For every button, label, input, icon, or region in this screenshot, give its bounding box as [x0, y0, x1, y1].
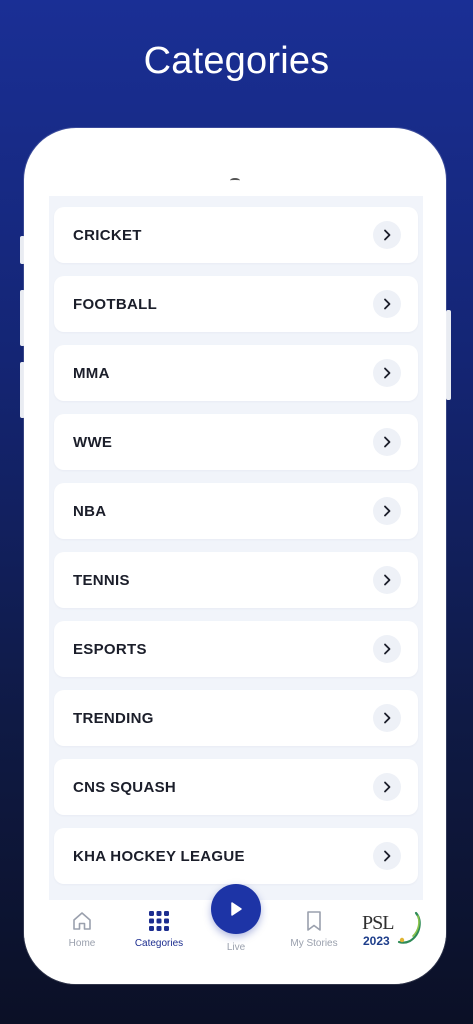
category-label: TRENDING: [73, 709, 154, 727]
category-item-mma[interactable]: MMA: [54, 345, 418, 401]
status-indicator: [230, 178, 240, 183]
play-icon: [231, 902, 242, 916]
category-list[interactable]: CRICKET FOOTBALL MMA WWE NBA TENNIS ESPO…: [49, 196, 423, 900]
nav-categories[interactable]: Categories: [124, 908, 194, 949]
phone-side-button: [446, 310, 451, 400]
chevron-right-icon[interactable]: [373, 359, 401, 387]
cricket-swoosh-icon: [397, 911, 421, 944]
chevron-right-icon[interactable]: [373, 842, 401, 870]
category-item-football[interactable]: FOOTBALL: [54, 276, 418, 332]
chevron-right-icon[interactable]: [373, 635, 401, 663]
category-item-tennis[interactable]: TENNIS: [54, 552, 418, 608]
home-icon: [47, 908, 117, 934]
nav-home[interactable]: Home: [47, 908, 117, 949]
category-item-esports[interactable]: ESPORTS: [54, 621, 418, 677]
nav-categories-label: Categories: [134, 938, 184, 949]
category-item-kha-hockey-league[interactable]: KHA HOCKEY LEAGUE: [54, 828, 418, 884]
grid-icon: [124, 908, 194, 934]
category-item-nba[interactable]: NBA: [54, 483, 418, 539]
category-label: MMA: [73, 364, 110, 382]
nav-home-label: Home: [68, 938, 96, 949]
bottom-nav: Home Categories Live My Stories PSL 2023: [24, 884, 446, 984]
category-item-wwe[interactable]: WWE: [54, 414, 418, 470]
bookmark-icon: [279, 908, 349, 934]
chevron-right-icon[interactable]: [373, 704, 401, 732]
category-label: ESPORTS: [73, 640, 147, 658]
chevron-right-icon[interactable]: [373, 566, 401, 594]
category-label: WWE: [73, 433, 113, 451]
psl-logo[interactable]: PSL 2023: [360, 908, 422, 952]
category-label: CRICKET: [73, 226, 142, 244]
live-button[interactable]: [211, 884, 261, 934]
chevron-right-icon[interactable]: [373, 773, 401, 801]
psl-logo-year: 2023: [363, 934, 390, 948]
nav-my-stories[interactable]: My Stories: [279, 908, 349, 949]
category-label: CNS SQUASH: [73, 778, 177, 796]
nav-my-stories-label: My Stories: [290, 938, 338, 949]
category-label: KHA HOCKEY LEAGUE: [73, 847, 245, 865]
chevron-right-icon[interactable]: [373, 428, 401, 456]
category-label: TENNIS: [73, 571, 130, 589]
chevron-right-icon[interactable]: [373, 497, 401, 525]
chevron-right-icon[interactable]: [373, 221, 401, 249]
category-label: NBA: [73, 502, 107, 520]
category-item-cns-squash[interactable]: CNS SQUASH: [54, 759, 418, 815]
chevron-right-icon[interactable]: [373, 290, 401, 318]
phone-frame: CRICKET FOOTBALL MMA WWE NBA TENNIS ESPO…: [24, 128, 446, 984]
category-item-cricket[interactable]: CRICKET: [54, 207, 418, 263]
category-item-trending[interactable]: TRENDING: [54, 690, 418, 746]
category-label: FOOTBALL: [73, 295, 158, 313]
psl-logo-text: PSL: [362, 912, 394, 934]
nav-live-label: Live: [226, 942, 246, 953]
page-headline: Categories: [143, 40, 330, 82]
